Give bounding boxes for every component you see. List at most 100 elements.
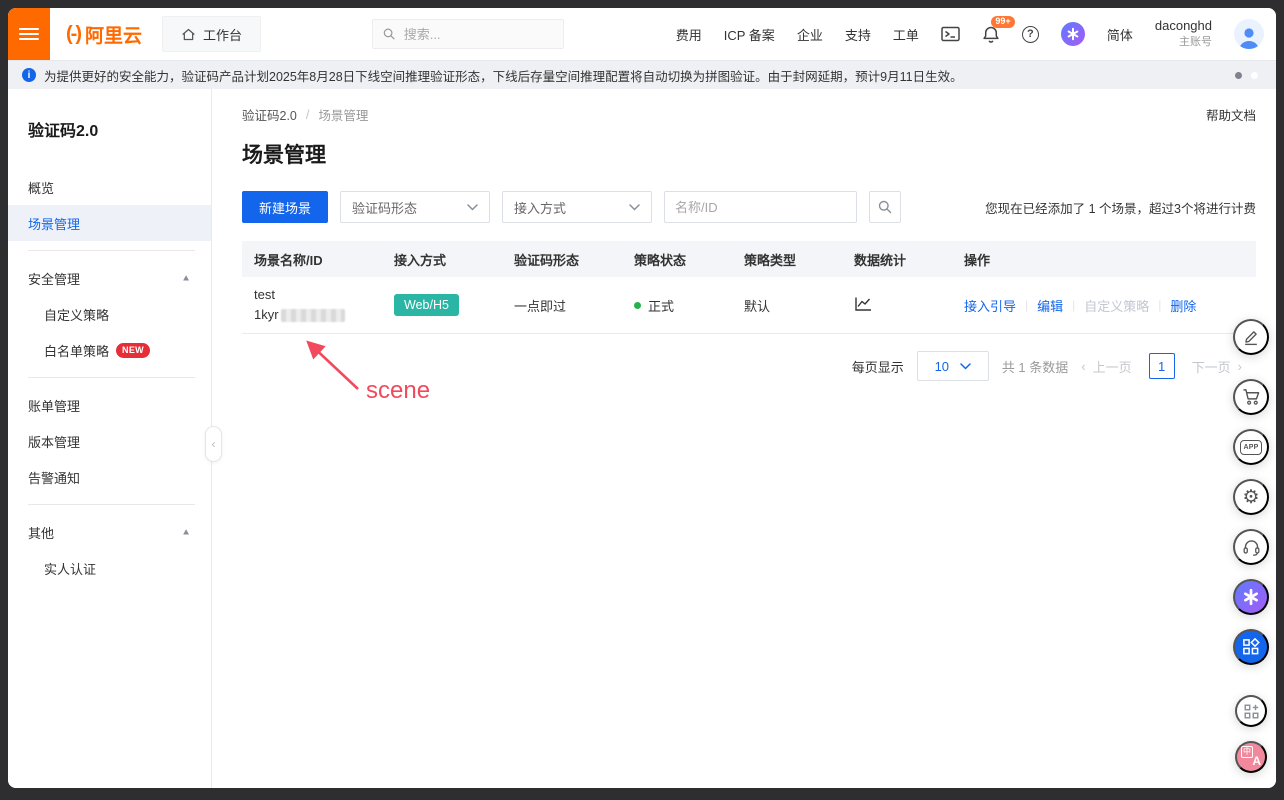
- nav-link-billing[interactable]: 费用: [676, 25, 702, 44]
- fab-translate-button[interactable]: 中 A: [1235, 741, 1267, 773]
- account-info[interactable]: daconghd 主账号: [1155, 18, 1212, 49]
- headset-icon: [1242, 538, 1261, 556]
- total-count-text: 共 1 条数据: [1002, 357, 1068, 376]
- prev-page-button[interactable]: ‹ 上一页: [1081, 357, 1131, 376]
- sidebar-item-real-person-auth[interactable]: 实人认证: [8, 550, 211, 586]
- filter-toolbar: 新建场景 验证码形态 接入方式 您现在已经添加了 1 个场景，超过3个将进行计费: [242, 191, 1256, 223]
- new-badge: NEW: [116, 343, 150, 358]
- fab-ai-assistant-button[interactable]: [1233, 579, 1269, 615]
- nav-link-support[interactable]: 支持: [845, 25, 871, 44]
- nav-link-ticket[interactable]: 工单: [893, 25, 919, 44]
- status-dot-green: [634, 302, 641, 309]
- search-icon: [878, 200, 892, 214]
- carousel-dot-inactive[interactable]: [1251, 72, 1258, 79]
- language-switcher[interactable]: 简体: [1107, 25, 1133, 44]
- sidebar-item-overview[interactable]: 概览: [8, 169, 211, 205]
- breadcrumb-product[interactable]: 验证码2.0: [242, 105, 297, 124]
- data-stats-cell[interactable]: [854, 296, 964, 315]
- access-mode-select-value: 接入方式: [514, 198, 566, 217]
- sidebar-group-label: 安全管理: [28, 269, 80, 288]
- fab-feedback-button[interactable]: [1233, 319, 1269, 355]
- name-id-filter-input[interactable]: [664, 191, 857, 223]
- scene-table: 场景名称/ID 接入方式 验证码形态 策略状态 策略类型 数据统计 操作 tes…: [242, 241, 1256, 334]
- sidebar-collapse-handle[interactable]: ‹: [205, 426, 222, 462]
- help-button[interactable]: ?: [1022, 26, 1039, 43]
- carousel-dot-active[interactable]: [1235, 72, 1242, 79]
- per-page-select[interactable]: 10: [917, 351, 989, 381]
- fab-settings-button[interactable]: ⚙: [1233, 479, 1269, 515]
- captcha-type-cell: 一点即过: [514, 296, 634, 315]
- breadcrumb-separator: /: [306, 108, 309, 122]
- scene-name-id-cell: test 1kyr: [254, 285, 394, 325]
- ai-assistant-button[interactable]: [1061, 22, 1085, 46]
- fab-cart-button[interactable]: [1233, 379, 1269, 415]
- chevron-left-icon: ‹: [1081, 359, 1085, 374]
- sidebar-item-label: 概览: [28, 178, 54, 197]
- current-page-button[interactable]: 1: [1149, 353, 1175, 379]
- sidebar-group-others[interactable]: 其他 ▲: [8, 514, 211, 550]
- chevron-down-icon: [629, 204, 640, 211]
- action-custom-policy[interactable]: 自定义策略: [1084, 296, 1149, 315]
- create-scene-button[interactable]: 新建场景: [242, 191, 328, 223]
- app-icon: APP: [1240, 440, 1262, 455]
- fab-app-button[interactable]: APP: [1233, 429, 1269, 465]
- next-page-button[interactable]: 下一页 ›: [1192, 357, 1242, 376]
- policy-type-cell: 默认: [744, 296, 854, 315]
- chevron-right-icon: ›: [1238, 359, 1242, 374]
- hamburger-icon: [19, 25, 39, 43]
- column-header-actions: 操作: [964, 250, 1256, 269]
- fab-add-shortcut-button[interactable]: [1235, 695, 1267, 727]
- sidebar-divider: [28, 250, 195, 251]
- global-search-input[interactable]: [404, 27, 554, 42]
- sidebar-product-title: 验证码2.0: [8, 107, 211, 169]
- filter-search-button[interactable]: [869, 191, 901, 223]
- fab-widgets-button[interactable]: [1233, 629, 1269, 665]
- sidebar-group-security[interactable]: 安全管理 ▲: [8, 260, 211, 296]
- grid-diamond-icon: [1242, 638, 1260, 656]
- help-doc-link[interactable]: 帮助文档: [1206, 105, 1256, 124]
- action-edit[interactable]: 编辑: [1037, 296, 1063, 315]
- question-mark-icon: ?: [1022, 26, 1039, 43]
- user-avatar[interactable]: [1234, 19, 1264, 49]
- nav-link-icp[interactable]: ICP 备案: [724, 25, 775, 44]
- nav-link-enterprise[interactable]: 企业: [797, 25, 823, 44]
- sidebar-item-label: 账单管理: [28, 396, 80, 415]
- captcha-type-select[interactable]: 验证码形态: [340, 191, 490, 223]
- fab-support-button[interactable]: [1233, 529, 1269, 565]
- breadcrumb-current: 场景管理: [318, 105, 368, 124]
- table-row: test 1kyr Web/H5 一点即过 正式 默认: [242, 277, 1256, 334]
- policy-status-text: 正式: [648, 296, 674, 315]
- sidebar-item-billing-management[interactable]: 账单管理: [8, 387, 211, 423]
- banner-carousel-dots: [1235, 72, 1258, 79]
- captcha-type-select-value: 验证码形态: [352, 198, 417, 217]
- action-separator: |: [1072, 298, 1075, 312]
- breadcrumb: 验证码2.0 / 场景管理 帮助文档: [242, 105, 1256, 124]
- cloudshell-button[interactable]: [941, 26, 960, 42]
- sidebar-item-alert-notification[interactable]: 告警通知: [8, 459, 211, 495]
- workbench-button[interactable]: 工作台: [162, 16, 261, 52]
- sidebar-group-label: 其他: [28, 523, 54, 542]
- column-header-name-id: 场景名称/ID: [254, 250, 394, 269]
- chevron-up-icon: ▲: [181, 527, 191, 537]
- ai-star-icon: [1061, 22, 1085, 46]
- hamburger-menu-button[interactable]: [8, 8, 50, 60]
- notifications-button[interactable]: 99+: [982, 25, 1000, 44]
- avatar-person-icon: [1236, 25, 1262, 49]
- column-header-access-mode: 接入方式: [394, 250, 514, 269]
- action-access-guide[interactable]: 接入引导: [964, 296, 1016, 315]
- terminal-icon: [941, 26, 960, 42]
- page-title: 场景管理: [242, 139, 1256, 169]
- action-delete[interactable]: 删除: [1170, 296, 1196, 315]
- notice-banner: i 为提供更好的安全能力，验证码产品计划2025年8月28日下线空间推理验证形态…: [8, 60, 1276, 89]
- access-mode-select[interactable]: 接入方式: [502, 191, 652, 223]
- per-page-value: 10: [935, 359, 949, 374]
- sidebar-item-whitelist-policy[interactable]: 白名单策略 NEW: [8, 332, 211, 368]
- next-page-label: 下一页: [1192, 357, 1231, 376]
- sidebar-item-scene-management[interactable]: 场景管理: [8, 205, 211, 241]
- column-header-captcha-type: 验证码形态: [514, 250, 634, 269]
- aliyun-logo[interactable]: (-) 阿里云: [50, 21, 162, 48]
- cart-icon: [1242, 388, 1261, 406]
- global-search-box[interactable]: [372, 19, 564, 49]
- sidebar-item-version-management[interactable]: 版本管理: [8, 423, 211, 459]
- sidebar-item-custom-policy[interactable]: 自定义策略: [8, 296, 211, 332]
